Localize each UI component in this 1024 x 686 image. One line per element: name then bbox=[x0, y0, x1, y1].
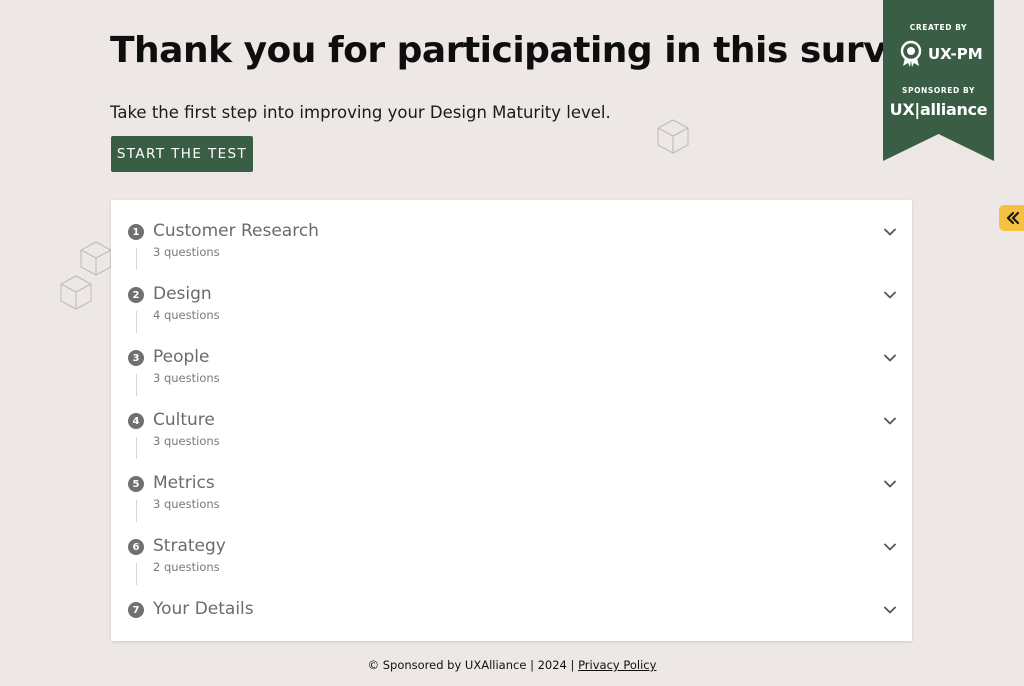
section-design[interactable]: 2 Design 4 questions bbox=[111, 263, 912, 333]
chevron-down-icon[interactable] bbox=[883, 477, 897, 491]
section-your-details[interactable]: 7 Your Details bbox=[111, 578, 912, 641]
section-number: 5 bbox=[128, 476, 144, 492]
page-subtitle: Take the first step into improving your … bbox=[110, 103, 611, 122]
section-metrics[interactable]: 5 Metrics 3 questions bbox=[111, 452, 912, 522]
created-by-label: CREATED BY bbox=[909, 23, 968, 32]
section-title: Strategy bbox=[153, 536, 226, 556]
section-number: 1 bbox=[128, 224, 144, 240]
survey-sections-card: 1 Customer Research 3 questions 2 Design… bbox=[111, 200, 912, 641]
chevron-down-icon[interactable] bbox=[883, 540, 897, 554]
section-question-count: 3 questions bbox=[153, 371, 220, 385]
uxalliance-logo: UX|alliance bbox=[889, 100, 988, 119]
section-question-count: 3 questions bbox=[153, 434, 220, 448]
chevron-down-icon[interactable] bbox=[883, 351, 897, 365]
section-title: Your Details bbox=[153, 599, 254, 619]
section-number: 3 bbox=[128, 350, 144, 366]
section-number: 6 bbox=[128, 539, 144, 555]
section-question-count: 2 questions bbox=[153, 560, 220, 574]
section-question-count: 4 questions bbox=[153, 308, 220, 322]
chevron-down-icon[interactable] bbox=[883, 414, 897, 428]
uxpm-logo: UX-PM bbox=[899, 40, 983, 68]
cube-decoration-icon bbox=[657, 119, 689, 154]
section-title: Design bbox=[153, 284, 212, 304]
start-test-button[interactable]: START THE TEST bbox=[111, 136, 253, 172]
section-question-count: 3 questions bbox=[153, 497, 220, 511]
section-customer-research[interactable]: 1 Customer Research 3 questions bbox=[111, 200, 912, 270]
sponsored-by-label: SPONSORED BY bbox=[901, 86, 975, 95]
chevron-down-icon[interactable] bbox=[883, 288, 897, 302]
footer-text: © Sponsored by UXAlliance | 2024 | bbox=[367, 658, 575, 672]
cube-decoration-icon bbox=[80, 241, 112, 276]
chevron-down-icon[interactable] bbox=[883, 603, 897, 617]
section-culture[interactable]: 4 Culture 3 questions bbox=[111, 389, 912, 459]
cube-decoration-icon bbox=[60, 275, 92, 310]
section-number: 4 bbox=[128, 413, 144, 429]
section-people[interactable]: 3 People 3 questions bbox=[111, 326, 912, 396]
page-title: Thank you for participating in this surv… bbox=[110, 30, 934, 71]
section-title: Customer Research bbox=[153, 221, 319, 241]
uxpm-brand: UX-PM bbox=[928, 45, 983, 63]
collapse-sidebar-button[interactable] bbox=[999, 205, 1024, 231]
footer: © Sponsored by UXAlliance | 2024 | Priva… bbox=[0, 658, 1024, 672]
chevron-down-icon[interactable] bbox=[883, 225, 897, 239]
section-question-count: 3 questions bbox=[153, 245, 220, 259]
created-by-badge: CREATED BY UX-PM SPONSORED BY UX|allianc… bbox=[883, 0, 994, 161]
section-number: 7 bbox=[128, 602, 144, 618]
double-chevron-left-icon bbox=[1006, 212, 1020, 224]
section-title: Metrics bbox=[153, 473, 215, 493]
section-strategy[interactable]: 6 Strategy 2 questions bbox=[111, 515, 912, 585]
section-number: 2 bbox=[128, 287, 144, 303]
award-icon bbox=[900, 40, 922, 67]
privacy-policy-link[interactable]: Privacy Policy bbox=[578, 658, 656, 672]
section-title: Culture bbox=[153, 410, 215, 430]
section-title: People bbox=[153, 347, 210, 367]
